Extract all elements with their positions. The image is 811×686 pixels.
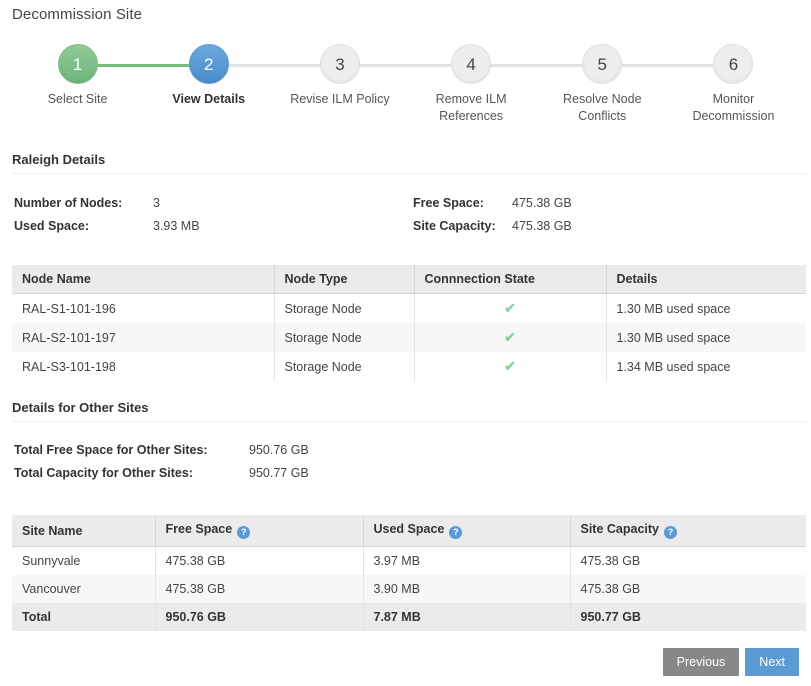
connection-state-cell: ✔ xyxy=(414,323,606,352)
step-circle-3[interactable]: 3 xyxy=(320,44,360,84)
step-label-1: Select Site xyxy=(48,91,108,108)
connection-state-cell: ✔ xyxy=(414,294,606,324)
other-sites-stat-value: 950.77 GB xyxy=(249,466,309,480)
node-name-cell: RAL-S1-101-196 xyxy=(12,294,274,324)
wizard-step-2[interactable]: 2 View Details xyxy=(143,44,274,108)
other-sites-stat-row: Total Free Space for Other Sites:950.76 … xyxy=(14,443,309,466)
step-circle-6[interactable]: 6 xyxy=(713,44,753,84)
nodes-column-header[interactable]: Connnection State xyxy=(414,265,606,294)
site-stats-left: Number of Nodes:3Used Space:3.93 MB xyxy=(14,196,200,242)
wizard-step-6[interactable]: 6 Monitor Decommission xyxy=(668,44,799,125)
other-sites-stat-label: Total Capacity for Other Sites: xyxy=(14,466,249,480)
site-capacity-cell: 475.38 GB xyxy=(570,547,806,576)
step-label-5: Resolve Node Conflicts xyxy=(543,91,661,125)
site-stat-label: Used Space: xyxy=(14,219,153,233)
sites-column-header[interactable]: Free Space? xyxy=(155,515,363,547)
other-sites-stat-row: Total Capacity for Other Sites:950.77 GB xyxy=(14,466,309,489)
table-row: Vancouver475.38 GB3.90 MB475.38 GB xyxy=(12,575,806,603)
sites-column-label: Used Space xyxy=(374,522,445,536)
site-stats-right: Free Space:475.38 GBSite Capacity:475.38… xyxy=(413,196,572,242)
help-info-icon[interactable]: ? xyxy=(449,526,462,539)
node-type-cell: Storage Node xyxy=(274,323,414,352)
step-label-4: Remove ILM References xyxy=(412,91,530,125)
sites-column-label: Site Capacity xyxy=(581,522,660,536)
table-row: Sunnyvale475.38 GB3.97 MB475.38 GB xyxy=(12,547,806,576)
site-stat-row: Site Capacity:475.38 GB xyxy=(413,219,572,242)
nodes-column-header[interactable]: Node Type xyxy=(274,265,414,294)
sites-column-header[interactable]: Used Space? xyxy=(363,515,570,547)
sites-table: Site NameFree Space?Used Space?Site Capa… xyxy=(12,515,806,631)
table-total-row: Total950.76 GB7.87 MB950.77 GB xyxy=(12,603,806,631)
wizard-step-3[interactable]: 3 Revise ILM Policy xyxy=(274,44,405,108)
step-label-2: View Details xyxy=(172,91,245,108)
step-label-3: Revise ILM Policy xyxy=(290,91,389,108)
node-name-cell: RAL-S3-101-198 xyxy=(12,352,274,381)
site-stat-value: 3 xyxy=(153,196,160,210)
nodes-table: Node NameNode TypeConnnection StateDetai… xyxy=(12,265,806,381)
node-type-cell: Storage Node xyxy=(274,352,414,381)
site-stat-value: 475.38 GB xyxy=(512,219,572,233)
node-details-cell: 1.30 MB used space xyxy=(606,294,806,324)
wizard-footer: Previous Next xyxy=(663,648,799,676)
wizard-step-1[interactable]: 1 Select Site xyxy=(12,44,143,108)
sites-column-label: Site Name xyxy=(22,524,82,538)
site-stat-row: Used Space:3.93 MB xyxy=(14,219,200,242)
site-stat-row: Number of Nodes:3 xyxy=(14,196,200,219)
free-space-cell: 475.38 GB xyxy=(155,575,363,603)
next-button[interactable]: Next xyxy=(745,648,799,676)
step-circle-2[interactable]: 2 xyxy=(189,44,229,84)
site-stat-label: Number of Nodes: xyxy=(14,196,153,210)
site-capacity-cell: 950.77 GB xyxy=(570,603,806,631)
sites-column-header[interactable]: Site Capacity? xyxy=(570,515,806,547)
sites-column-header[interactable]: Site Name xyxy=(12,515,155,547)
node-details-cell: 1.34 MB used space xyxy=(606,352,806,381)
site-name-cell: Sunnyvale xyxy=(12,547,155,576)
site-stat-label: Free Space: xyxy=(413,196,512,210)
other-sites-heading: Details for Other Sites xyxy=(12,400,806,422)
table-row: RAL-S3-101-198Storage Node ✔ 1.34 MB used … xyxy=(12,352,806,381)
other-sites-stat-label: Total Free Space for Other Sites: xyxy=(14,443,249,457)
step-circle-5[interactable]: 5 xyxy=(582,44,622,84)
table-row: RAL-S2-101-197Storage Node ✔ 1.30 MB used … xyxy=(12,323,806,352)
node-details-cell: 1.30 MB used space xyxy=(606,323,806,352)
wizard-step-5[interactable]: 5 Resolve Node Conflicts xyxy=(537,44,668,125)
check-icon: ✔ xyxy=(504,301,516,315)
nodes-table-header-row: Node NameNode TypeConnnection StateDetai… xyxy=(12,265,806,294)
sites-table-header-row: Site NameFree Space?Used Space?Site Capa… xyxy=(12,515,806,547)
site-stat-value: 3.93 MB xyxy=(153,219,200,233)
used-space-cell: 3.97 MB xyxy=(363,547,570,576)
used-space-cell: 3.90 MB xyxy=(363,575,570,603)
free-space-cell: 475.38 GB xyxy=(155,547,363,576)
previous-button[interactable]: Previous xyxy=(663,648,740,676)
wizard-stepper: 1 Select Site 2 View Details 3 Revise ILM Pol… xyxy=(12,44,799,125)
site-details-heading: Raleigh Details xyxy=(12,152,806,174)
step-circle-1[interactable]: 1 xyxy=(58,44,98,84)
wizard-step-4[interactable]: 4 Remove ILM References xyxy=(406,44,537,125)
check-icon: ✔ xyxy=(504,330,516,344)
node-name-cell: RAL-S2-101-197 xyxy=(12,323,274,352)
nodes-column-header[interactable]: Details xyxy=(606,265,806,294)
check-icon: ✔ xyxy=(504,359,516,373)
used-space-cell: 7.87 MB xyxy=(363,603,570,631)
help-info-icon[interactable]: ? xyxy=(664,526,677,539)
site-stat-value: 475.38 GB xyxy=(512,196,572,210)
site-name-cell: Total xyxy=(12,603,155,631)
free-space-cell: 950.76 GB xyxy=(155,603,363,631)
decommission-site-page: Decommission Site 1 Select Site 2 View Deta… xyxy=(0,0,811,686)
other-sites-stat-value: 950.76 GB xyxy=(249,443,309,457)
step-label-6: Monitor Decommission xyxy=(674,91,792,125)
site-name-cell: Vancouver xyxy=(12,575,155,603)
table-row: RAL-S1-101-196Storage Node ✔ 1.30 MB used … xyxy=(12,294,806,324)
nodes-column-header[interactable]: Node Name xyxy=(12,265,274,294)
page-title: Decommission Site xyxy=(12,6,142,23)
connection-state-cell: ✔ xyxy=(414,352,606,381)
site-stat-row: Free Space:475.38 GB xyxy=(413,196,572,219)
sites-column-label: Free Space xyxy=(166,522,233,536)
site-capacity-cell: 475.38 GB xyxy=(570,575,806,603)
site-stat-label: Site Capacity: xyxy=(413,219,512,233)
step-circle-4[interactable]: 4 xyxy=(451,44,491,84)
node-type-cell: Storage Node xyxy=(274,294,414,324)
help-info-icon[interactable]: ? xyxy=(237,526,250,539)
other-sites-stats: Total Free Space for Other Sites:950.76 … xyxy=(14,443,309,489)
